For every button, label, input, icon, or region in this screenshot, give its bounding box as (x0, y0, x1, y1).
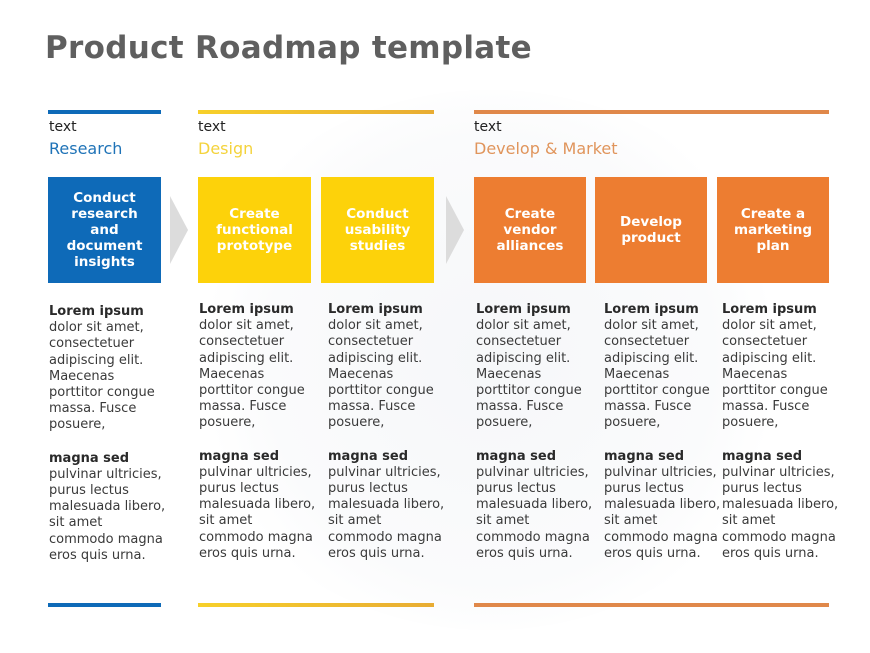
design-subtitle: text (198, 119, 226, 135)
column-heading: Lorem ipsum (328, 302, 423, 317)
column-paragraph: pulvinar ultricies, purus lectus malesua… (722, 464, 839, 561)
text-column: Lorem ipsum dolor sit amet, consectetuer… (604, 302, 722, 562)
develop-subtitle: text (474, 119, 502, 135)
step-box-develop-2: Develop product (595, 177, 707, 283)
text-column: Lorem ipsum dolor sit amet, consectetuer… (199, 302, 317, 562)
column-paragraph: dolor sit amet, consectetuer adipiscing … (604, 318, 710, 431)
develop-top-bar (474, 110, 829, 114)
column-subheading: magna sed (49, 450, 130, 466)
chevron-right-icon (170, 196, 188, 264)
text-column: Lorem ipsum dolor sit amet, consectetuer… (476, 302, 594, 562)
step-box-design-1: Create functional prototype (198, 177, 311, 283)
step-box-research: Conduct research and document insights (48, 177, 161, 283)
column-paragraph: dolor sit amet, consectetuer adipiscing … (476, 318, 582, 431)
page-title: Product Roadmap template (45, 30, 532, 66)
column-subheading: magna sed (604, 448, 685, 464)
step-label: Develop product (620, 214, 682, 246)
design-bottom-bar (198, 603, 434, 607)
design-top-bar (198, 110, 434, 114)
column-paragraph: dolor sit amet, consectetuer adipiscing … (49, 320, 155, 433)
chevron-right-icon (446, 196, 464, 264)
column-heading: Lorem ipsum (476, 302, 571, 317)
design-phase-label: Design (198, 139, 254, 158)
step-label: Create functional prototype (216, 206, 293, 254)
develop-phase-label: Develop & Market (474, 139, 618, 158)
develop-bottom-bar (474, 603, 829, 607)
text-column: Lorem ipsum dolor sit amet, consectetuer… (722, 302, 840, 562)
column-subheading: magna sed (476, 448, 557, 464)
step-label: Conduct research and document insights (66, 190, 143, 270)
research-phase-label: Research (49, 139, 123, 158)
column-heading: Lorem ipsum (604, 302, 699, 317)
column-paragraph: pulvinar ultricies, purus lectus malesua… (49, 466, 166, 563)
step-box-develop-3: Create a marketing plan (717, 177, 829, 283)
research-top-bar (48, 110, 161, 114)
step-label: Create a marketing plan (734, 206, 812, 254)
column-paragraph: dolor sit amet, consectetuer adipiscing … (199, 318, 305, 431)
step-box-develop-1: Create vendor alliances (474, 177, 586, 283)
step-label: Conduct usability studies (344, 206, 411, 254)
column-heading: Lorem ipsum (49, 304, 144, 319)
column-subheading: magna sed (722, 448, 803, 464)
column-subheading: magna sed (199, 448, 280, 464)
column-paragraph: pulvinar ultricies, purus lectus malesua… (604, 464, 721, 561)
column-heading: Lorem ipsum (722, 302, 817, 317)
step-label: Create vendor alliances (496, 206, 564, 254)
text-column: Lorem ipsum dolor sit amet, consectetuer… (49, 304, 167, 564)
column-paragraph: pulvinar ultricies, purus lectus malesua… (328, 464, 445, 561)
column-subheading: magna sed (328, 448, 409, 464)
step-box-design-2: Conduct usability studies (321, 177, 434, 283)
column-paragraph: dolor sit amet, consectetuer adipiscing … (722, 318, 828, 431)
column-paragraph: dolor sit amet, consectetuer adipiscing … (328, 318, 434, 431)
research-subtitle: text (49, 119, 77, 135)
column-paragraph: pulvinar ultricies, purus lectus malesua… (476, 464, 593, 561)
column-heading: Lorem ipsum (199, 302, 294, 317)
research-bottom-bar (48, 603, 161, 607)
text-column: Lorem ipsum dolor sit amet, consectetuer… (328, 302, 446, 562)
column-paragraph: pulvinar ultricies, purus lectus malesua… (199, 464, 316, 561)
